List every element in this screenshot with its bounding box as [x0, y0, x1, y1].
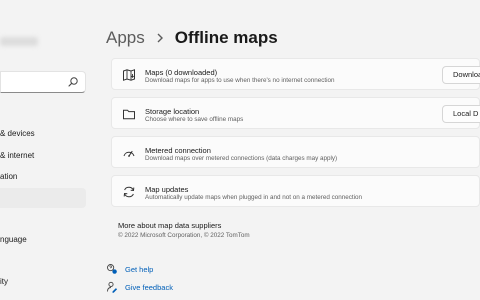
metered-connection-description: Download maps over metered connections (… — [145, 155, 338, 162]
metered-connection-title: Metered connection — [145, 146, 211, 155]
map-updates-card: Map updates Automatically update maps wh… — [111, 175, 480, 207]
main-content: Apps Offline maps Maps (0 downloaded) Do… — [106, 0, 480, 300]
maps-card: Maps (0 downloaded) Download maps for ap… — [111, 58, 480, 90]
metered-connection-card: Metered connection Download maps over me… — [111, 136, 480, 168]
map-data-suppliers-link[interactable]: More about map data suppliers — [118, 221, 221, 230]
get-help-label[interactable]: Get help — [125, 265, 153, 274]
sidebar-item-personalization[interactable]: ation — [0, 167, 86, 187]
sync-icon — [123, 186, 135, 198]
storage-location-title: Storage location — [145, 107, 200, 116]
get-help-link[interactable]: Get help — [106, 262, 153, 276]
sidebar-item-apps[interactable] — [0, 188, 86, 208]
feedback-icon — [107, 281, 118, 293]
search-input[interactable] — [1, 72, 69, 92]
breadcrumb: Apps Offline maps — [106, 26, 278, 50]
map-updates-title: Map updates — [145, 185, 189, 194]
maps-title: Maps (0 downloaded) — [145, 68, 218, 77]
sidebar-item-accessibility[interactable]: ity — [0, 272, 86, 292]
folder-icon — [123, 109, 135, 120]
sidebar-item-network-internet[interactable]: & internet — [0, 146, 86, 166]
download-maps-button[interactable]: Download — [442, 66, 480, 84]
search-icon[interactable] — [67, 76, 79, 88]
storage-location-card: Storage location Choose where to save of… — [111, 97, 480, 129]
chevron-right-icon — [157, 33, 163, 43]
sidebar-item-accounts[interactable] — [0, 209, 86, 229]
give-feedback-label[interactable]: Give feedback — [125, 283, 173, 292]
breadcrumb-apps-link[interactable]: Apps — [106, 28, 145, 48]
user-name-blurred — [0, 37, 38, 46]
storage-location-description: Choose where to save offline maps — [145, 116, 244, 123]
map-updates-description: Automatically update maps when plugged i… — [145, 194, 363, 201]
sidebar-item-gaming[interactable] — [0, 251, 86, 271]
navigation-sidebar: & devices & internet ation nguage ity — [0, 0, 92, 300]
give-feedback-link[interactable]: Give feedback — [106, 280, 173, 294]
storage-location-dropdown[interactable]: Local D — [442, 105, 480, 123]
maps-description: Download maps for apps to use when there… — [145, 77, 335, 84]
help-icon — [107, 264, 117, 274]
sidebar-item-bluetooth-devices[interactable]: & devices — [0, 124, 86, 144]
offline-map-icon — [123, 69, 135, 81]
metered-connection-icon — [123, 150, 135, 157]
search-box[interactable] — [0, 71, 86, 93]
map-data-copyright: © 2022 Microsoft Corporation, © 2022 Tom… — [118, 232, 250, 239]
page-title: Offline maps — [174, 28, 278, 47]
sidebar-item-time-language[interactable]: nguage — [0, 230, 86, 250]
